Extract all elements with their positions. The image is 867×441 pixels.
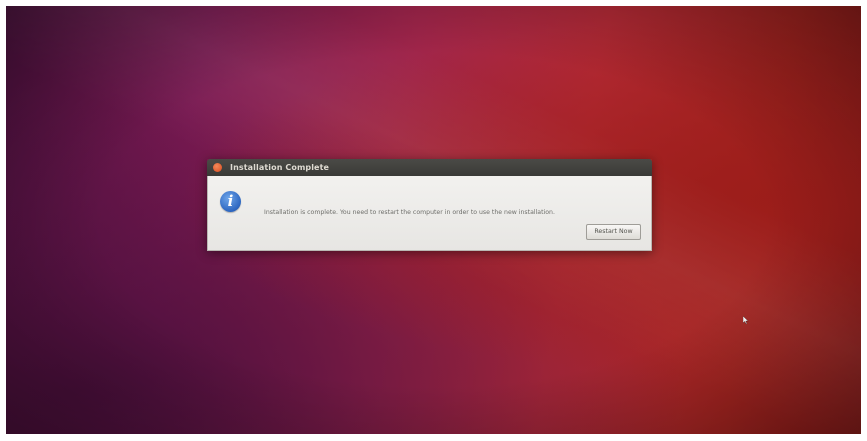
restart-now-button[interactable]: Restart Now <box>586 224 641 240</box>
dialog-message: Installation is complete. You need to re… <box>264 209 555 216</box>
close-icon[interactable] <box>213 163 222 172</box>
info-icon: i <box>220 191 241 212</box>
dialog-title: Installation Complete <box>230 163 330 172</box>
dialog-body: i Installation is complete. You need to … <box>207 176 652 251</box>
installation-complete-dialog: Installation Complete i Installation is … <box>207 159 652 251</box>
dialog-titlebar[interactable]: Installation Complete <box>207 159 652 176</box>
mouse-pointer-icon <box>743 316 749 324</box>
